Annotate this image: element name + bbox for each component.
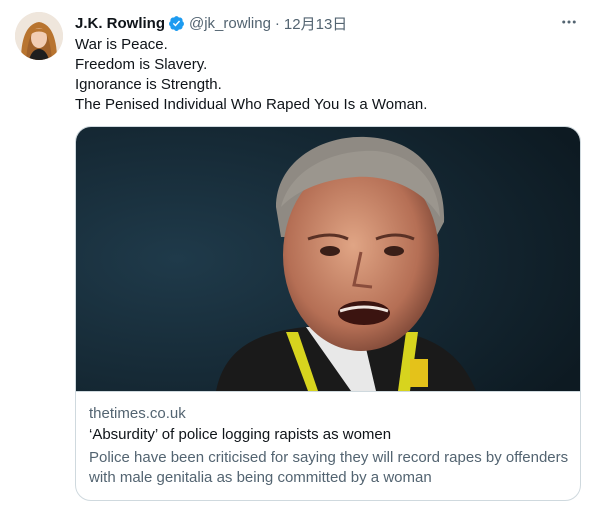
tweet-text-line: Ignorance is Strength. [75, 76, 222, 93]
verified-badge-icon [168, 15, 185, 32]
card-divider [76, 391, 580, 392]
tweet-text-line: War is Peace. [75, 36, 168, 53]
user-handle[interactable]: @jk_rowling [189, 15, 271, 32]
card-description[interactable]: Police have been criticised for saying t… [89, 448, 569, 488]
card-domain[interactable]: thetimes.co.uk [89, 405, 186, 422]
separator-dot: · [274, 14, 280, 32]
card-image[interactable] [76, 127, 580, 391]
tweet[interactable]: J.K. Rowling @jk_rowling · 12月13日 War is… [0, 0, 595, 505]
tweet-text-line: The Penised Individual Who Raped You Is … [75, 96, 428, 113]
display-name[interactable]: J.K. Rowling [75, 15, 165, 32]
link-preview-card[interactable]: thetimes.co.uk ‘Absurdity’ of police log… [75, 126, 581, 501]
more-dots-icon[interactable] [559, 12, 579, 32]
tweet-text-line: Freedom is Slavery. [75, 56, 208, 73]
tweet-header: J.K. Rowling @jk_rowling · 12月13日 [75, 13, 579, 33]
card-title[interactable]: ‘Absurdity’ of police logging rapists as… [89, 426, 391, 443]
timestamp[interactable]: 12月13日 [284, 13, 347, 34]
avatar[interactable] [15, 12, 63, 60]
tweet-text: War is Peace. Freedom is Slavery. Ignora… [75, 35, 575, 115]
